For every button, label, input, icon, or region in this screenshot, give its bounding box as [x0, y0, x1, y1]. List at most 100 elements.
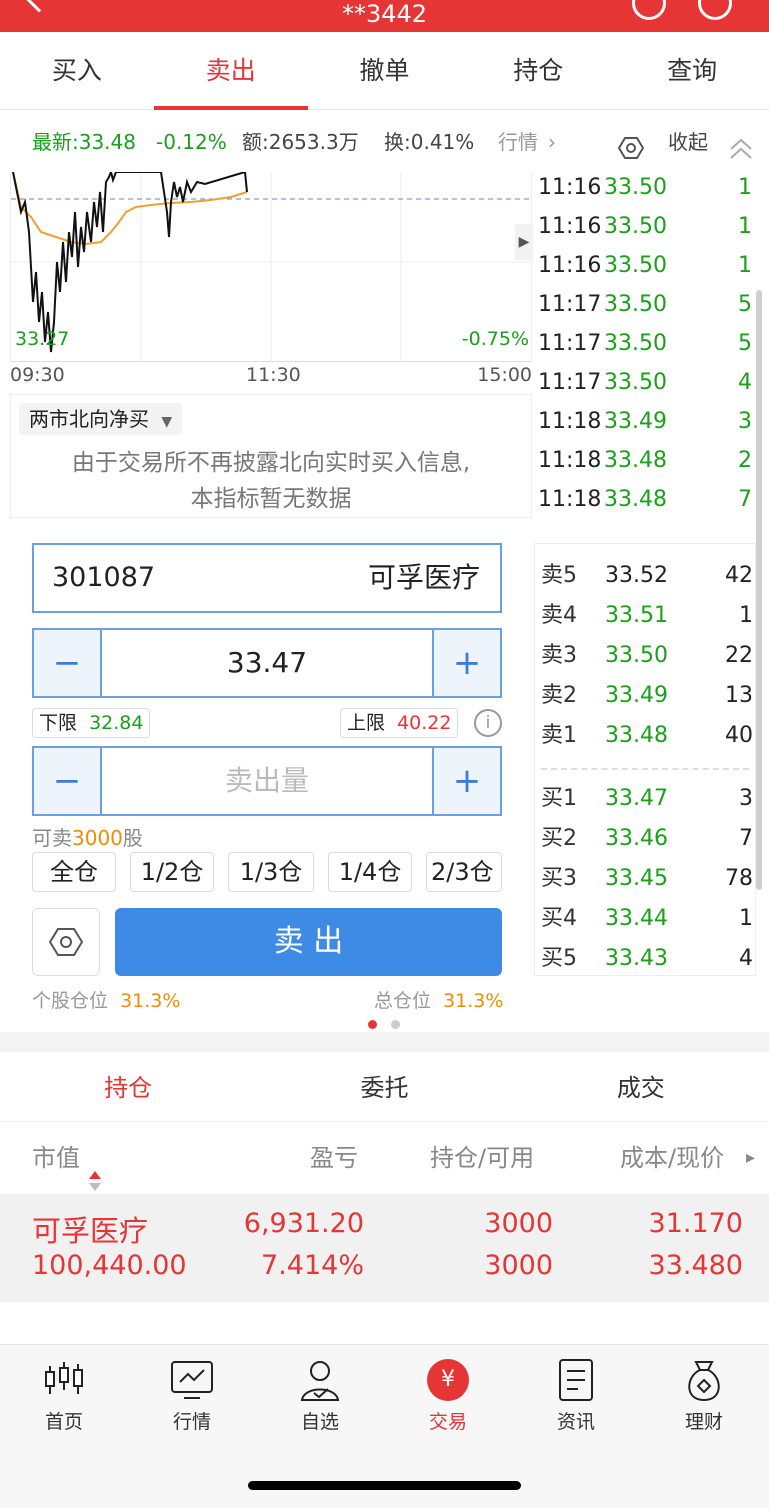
northbound-dropdown-label: 两市北向净买 — [29, 407, 149, 431]
settings-hex-icon[interactable] — [617, 130, 645, 159]
total-position: 总仓位 31.3% — [374, 986, 503, 1013]
nav-news-label: 资讯 — [556, 1411, 595, 1433]
settings-hex-icon — [49, 928, 83, 956]
chart-pct-label: -0.75% — [461, 328, 529, 350]
lower-limit-chip[interactable]: 下限 32.84 — [32, 708, 151, 738]
price-decrease-button[interactable]: − — [34, 630, 102, 696]
nav-trade[interactable]: ¥ 交易 — [384, 1355, 512, 1434]
position-pnl: 6,931.20 — [243, 1208, 364, 1239]
tab-buy[interactable]: 买入 — [0, 32, 154, 109]
tab-fills[interactable]: 成交 — [513, 1052, 769, 1121]
time-label-mid: 11:30 — [246, 364, 301, 386]
bid-row: 买3 33.45 78 — [541, 866, 753, 891]
tick-row: 11:17 33.50 4 — [538, 370, 752, 395]
home-indicator[interactable] — [248, 1481, 521, 1490]
tab-sell[interactable]: 卖出 — [153, 32, 308, 110]
change-percent: -0.12% — [156, 130, 227, 154]
sellable-prefix: 可卖 — [32, 826, 72, 850]
quantity-input[interactable]: 卖出量 — [102, 748, 432, 814]
turnover-rate: 换:0.41% — [384, 130, 475, 154]
quick-half-button[interactable]: 1/2仓 — [130, 852, 214, 892]
bid-row: 买2 33.46 7 — [541, 826, 753, 851]
chevron-right-icon[interactable]: › — [548, 118, 556, 166]
price-stepper: − 33.47 + — [32, 628, 502, 698]
collapse-label[interactable]: 收起 — [668, 118, 708, 166]
position-row[interactable]: 可孚医疗 100,440.00 6,931.20 7.414% 3000 300… — [0, 1194, 769, 1302]
intraday-chart-svg — [11, 168, 533, 362]
quantity-increase-button[interactable]: + — [432, 748, 500, 814]
chevron-right-icon[interactable]: ▸ — [746, 1122, 755, 1194]
quote-link[interactable]: 行情 — [498, 118, 538, 166]
nav-market[interactable]: 行情 — [128, 1355, 256, 1434]
time-label-close: 15:00 — [477, 364, 532, 386]
stock-name: 可孚医疗 — [367, 561, 480, 594]
bid-row: 买5 33.43 4 — [541, 946, 753, 971]
nav-home[interactable]: 首页 — [0, 1355, 128, 1434]
tick-row: 11:18 33.48 2 — [538, 448, 752, 473]
quick-full-button[interactable]: 全仓 — [32, 852, 116, 892]
ask-row: 卖4 33.51 1 — [541, 603, 753, 628]
tick-row: 11:17 33.50 5 — [538, 331, 752, 356]
col-pnl: 盈亏 — [310, 1144, 358, 1172]
quote-summary: 最新:33.48 -0.12% 额:2653.3万 换:0.41% 行情 › 收… — [0, 118, 769, 166]
intraday-chart[interactable]: 33.27 -0.75% ▶ — [10, 168, 533, 362]
col-holding: 持仓/可用 — [430, 1144, 535, 1172]
northbound-notice-line1: 由于交易所不再披露北向实时买入信息, — [71, 450, 471, 476]
expand-ticks-button[interactable]: ▶ — [515, 224, 533, 260]
tab-cancel[interactable]: 撤单 — [308, 32, 462, 109]
sellable-unit: 股 — [122, 826, 143, 850]
quick-third-button[interactable]: 1/3仓 — [228, 852, 314, 892]
page-indicator-active[interactable] — [368, 1020, 377, 1029]
title-bar: **3442 — [0, 0, 769, 32]
tab-positions[interactable]: 持仓 — [0, 1052, 256, 1121]
nav-news[interactable]: 资讯 — [512, 1355, 640, 1434]
position-cost: 31.170 — [648, 1208, 743, 1239]
trade-tabs: 买入 卖出 撤单 持仓 查询 — [0, 32, 769, 110]
lower-limit-value: 32.84 — [89, 712, 144, 734]
northbound-panel: 两市北向净买 ▼ 由于交易所不再披露北向实时买入信息, 本指标暂无数据 — [10, 394, 532, 518]
info-icon[interactable]: i — [474, 709, 502, 737]
sellable-qty: 3000 — [72, 826, 123, 850]
position-hold: 3000 — [484, 1208, 553, 1239]
col-market-value[interactable]: 市值 — [32, 1122, 80, 1194]
bid-row: 买4 33.44 1 — [541, 906, 753, 931]
quick-two-thirds-button[interactable]: 2/3仓 — [426, 852, 502, 892]
chart-low-label: 33.27 — [15, 328, 70, 350]
stock-position-label: 个股仓位 — [32, 990, 109, 1012]
upper-limit-value: 40.22 — [397, 712, 452, 734]
sell-submit-button[interactable]: 卖 出 — [115, 908, 502, 976]
northbound-dropdown[interactable]: 两市北向净买 ▼ — [19, 403, 183, 435]
tab-query[interactable]: 查询 — [615, 32, 769, 109]
stock-position: 个股仓位 31.3% — [32, 986, 180, 1013]
user-icon — [256, 1355, 384, 1405]
price-input[interactable]: 33.47 — [102, 630, 432, 696]
tab-orders[interactable]: 委托 — [256, 1052, 512, 1121]
section-separator — [0, 1032, 769, 1052]
positions-table-header: 市值 盈亏 持仓/可用 成本/现价 ▸ — [0, 1122, 769, 1194]
upper-limit-chip[interactable]: 上限 40.22 — [340, 708, 459, 738]
position-pnl-pct: 7.414% — [261, 1250, 364, 1281]
position-market-value: 100,440.00 — [32, 1250, 187, 1281]
book-divider — [541, 768, 749, 770]
stock-code-input[interactable]: 301087 可孚医疗 — [32, 543, 502, 613]
chart-icon — [128, 1355, 256, 1405]
order-book[interactable]: 卖5 33.52 42 卖4 33.51 1 卖3 33.50 22 卖2 33.49 13 卖… — [534, 543, 756, 976]
tick-row: 11:16 33.50 1 — [538, 214, 752, 239]
total-position-label: 总仓位 — [374, 990, 432, 1012]
quick-quarter-button[interactable]: 1/4仓 — [328, 852, 412, 892]
quantity-decrease-button[interactable]: − — [34, 748, 102, 814]
tick-list[interactable]: 11:16 33.50 1 11:16 33.50 1 11:16 33.50 1 11:1… — [534, 168, 754, 519]
nav-watchlist[interactable]: 自选 — [256, 1355, 384, 1434]
sellable-info: 可卖3000股 — [32, 822, 143, 851]
tab-holdings[interactable]: 持仓 — [461, 32, 615, 109]
ask-row: 卖5 33.52 42 — [541, 563, 753, 588]
moneybag-icon — [640, 1355, 768, 1405]
nav-trade-label: 交易 — [428, 1411, 467, 1433]
position-name: 可孚医疗 — [32, 1214, 149, 1248]
lower-limit-label: 下限 — [39, 712, 78, 734]
nav-finance[interactable]: 理财 — [640, 1355, 768, 1434]
order-settings-button[interactable] — [32, 908, 100, 976]
stock-code: 301087 — [52, 562, 156, 593]
price-increase-button[interactable]: + — [432, 630, 500, 696]
page-indicator[interactable] — [391, 1020, 400, 1029]
